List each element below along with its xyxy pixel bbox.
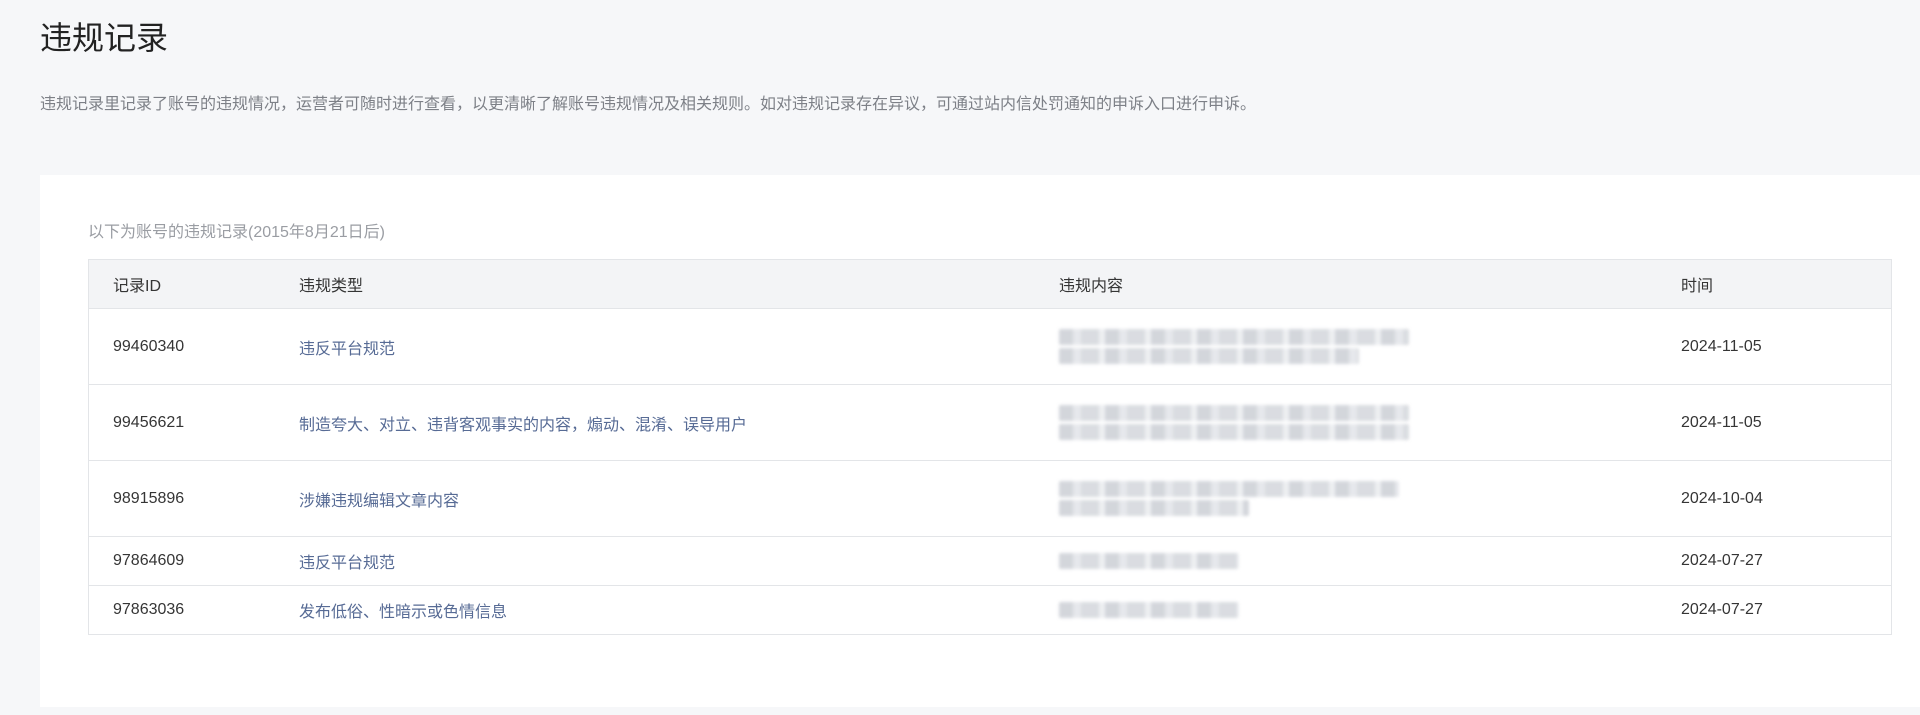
violation-content-cell [1035,384,1657,461]
violation-type-cell: 违反平台规范 [275,308,1035,385]
table-row: 99456621 制造夸大、对立、违背客观事实的内容，煽动、混淆、误导用户 20… [88,384,1892,461]
violation-type-link[interactable]: 涉嫌违规编辑文章内容 [299,493,459,510]
table-row: 97864609 违反平台规范 2024-07-27 [88,536,1892,586]
record-time: 2024-07-27 [1657,585,1892,635]
blurred-line [1059,481,1399,497]
blurred-content [1059,599,1239,621]
violation-type-link[interactable]: 违反平台规范 [299,341,395,358]
violation-type-cell: 制造夸大、对立、违背客观事实的内容，煽动、混淆、误导用户 [275,384,1035,461]
header-record-id: 记录ID [88,259,275,309]
blurred-line [1059,329,1409,345]
blurred-line [1059,602,1239,618]
blurred-line [1059,424,1409,440]
page-description: 违规记录里记录了账号的违规情况，运营者可随时进行查看，以更清晰了解账号违规情况及… [40,96,1257,113]
record-id: 97864609 [88,536,275,586]
records-hint: 以下为账号的违规记录(2015年8月21日后) [88,224,385,241]
violation-type-link[interactable]: 发布低俗、性暗示或色情信息 [299,604,507,621]
record-id: 97863036 [88,585,275,635]
violation-type-cell: 涉嫌违规编辑文章内容 [275,460,1035,537]
blurred-line [1059,405,1409,421]
record-id: 99456621 [88,384,275,461]
record-id: 98915896 [88,460,275,537]
page-title: 违规记录 [40,20,169,56]
blurred-line [1059,348,1359,364]
violation-content-cell [1035,308,1657,385]
record-time: 2024-10-04 [1657,460,1892,537]
violation-type-cell: 违反平台规范 [275,536,1035,586]
blurred-line [1059,553,1239,569]
record-time: 2024-11-05 [1657,308,1892,385]
blurred-content [1059,326,1409,367]
record-id: 99460340 [88,308,275,385]
blurred-line [1059,500,1249,516]
records-table: 记录ID 违规类型 违规内容 时间 99460340 违反平台规范 2024-1… [88,259,1892,635]
table-row: 99460340 违反平台规范 2024-11-05 [88,308,1892,385]
records-card: 以下为账号的违规记录(2015年8月21日后) 记录ID 违规类型 违规内容 时… [40,175,1920,707]
table-header-row: 记录ID 违规类型 违规内容 时间 [88,259,1892,309]
record-time: 2024-07-27 [1657,536,1892,586]
blurred-content [1059,478,1399,519]
violation-type-cell: 发布低俗、性暗示或色情信息 [275,585,1035,635]
table-row: 98915896 涉嫌违规编辑文章内容 2024-10-04 [88,460,1892,537]
blurred-content [1059,550,1239,572]
violation-type-link[interactable]: 违反平台规范 [299,555,395,572]
violation-content-cell [1035,460,1657,537]
violation-content-cell [1035,536,1657,586]
header-time: 时间 [1657,259,1892,309]
table-row: 97863036 发布低俗、性暗示或色情信息 2024-07-27 [88,585,1892,635]
header-violation-content: 违规内容 [1035,259,1657,309]
blurred-content [1059,402,1409,443]
record-time: 2024-11-05 [1657,384,1892,461]
violation-content-cell [1035,585,1657,635]
header-violation-type: 违规类型 [275,259,1035,309]
violation-type-link[interactable]: 制造夸大、对立、违背客观事实的内容，煽动、混淆、误导用户 [299,417,747,434]
violation-records-page: 违规记录 违规记录里记录了账号的违规情况，运营者可随时进行查看，以更清晰了解账号… [0,0,1920,715]
